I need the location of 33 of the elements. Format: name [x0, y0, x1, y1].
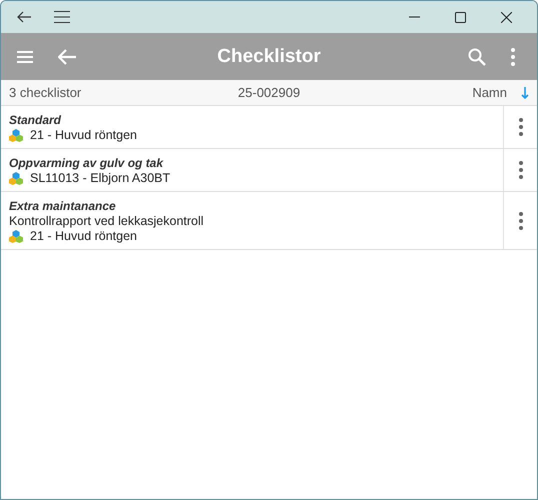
object-name: SL11013 - Elbjorn A30BT [30, 171, 170, 185]
more-button[interactable] [516, 159, 524, 181]
order-number: 25-002909 [238, 85, 300, 100]
menu-icon [54, 11, 70, 23]
cubes-icon [9, 172, 23, 184]
cubes-icon [9, 230, 23, 242]
checklist-description: Kontrollrapport ved lekkasjekontroll [9, 214, 205, 228]
cubes-icon [9, 128, 23, 142]
more-icon [518, 212, 522, 230]
maximize-icon [454, 12, 466, 22]
more-icon [518, 118, 522, 136]
sort-button[interactable]: Namn [472, 85, 529, 100]
checklist-item[interactable]: Standard 21 - Huvud röntgen [1, 106, 503, 148]
checklist-title: Oppvarming av gulv og tak [9, 156, 164, 170]
checklist-item[interactable]: Oppvarming av gulv og tak SL11013 - Elbjorn A30BT [1, 149, 503, 191]
checklist-title: Standard [9, 113, 62, 127]
search-icon [468, 48, 486, 66]
sort-arrow-icon [521, 86, 529, 98]
close-icon [500, 12, 512, 22]
checklist-item[interactable]: Extra maintanance Kontrollrapport ved lekkasjekontroll 21 - Huvud röntgen [1, 192, 503, 249]
more-icon [511, 48, 515, 66]
menu-icon [17, 50, 33, 62]
object-name: 21 - Huvud röntgen [30, 229, 138, 243]
screen-title: Checklistor [217, 46, 321, 68]
more-button[interactable] [516, 210, 524, 232]
object-name: 21 - Huvud röntgen [30, 128, 138, 142]
checklist-count: 3 checklistor [9, 85, 82, 100]
checklist-title: Extra maintanance [9, 199, 117, 213]
minimize-icon [408, 16, 420, 18]
more-button[interactable] [516, 116, 524, 138]
back-arrow-icon [58, 48, 76, 64]
back-arrow-icon [17, 11, 31, 23]
more-icon [518, 161, 522, 179]
